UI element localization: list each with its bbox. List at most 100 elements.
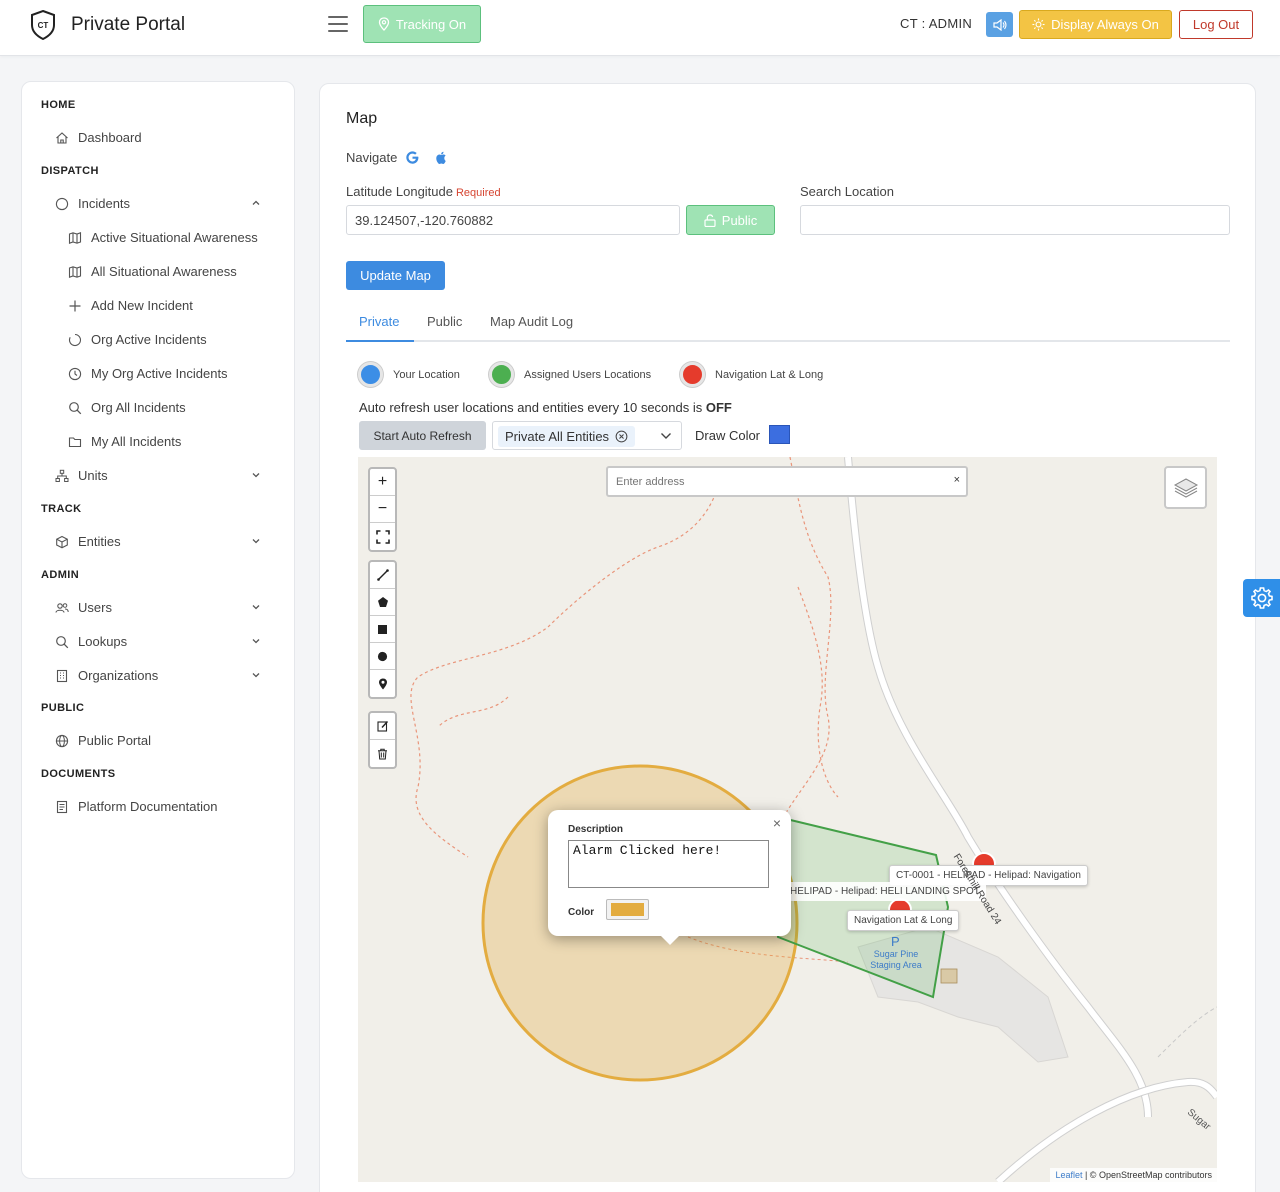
sound-button[interactable] [986,12,1013,37]
legend-label: Navigation Lat & Long [715,368,824,381]
draw-polyline-button[interactable] [370,562,395,589]
tab-public[interactable]: Public [427,314,462,329]
zoom-in-button[interactable]: + [370,469,395,496]
google-icon[interactable] [405,150,420,165]
polygon-icon [377,597,388,607]
sidebar-item-label: My Org Active Incidents [91,366,228,381]
circle-icon [55,197,69,210]
layers-control[interactable] [1164,466,1207,509]
zoom-controls: + − [368,467,397,552]
entities-chip: Private All Entities [498,426,636,447]
sidebar-item-label: Dashboard [78,130,142,145]
menu-toggle-icon[interactable] [328,16,348,32]
draw-color-swatch[interactable] [769,425,790,444]
sidebar-item-active-situational-awareness[interactable]: Active Situational Awareness [68,230,258,245]
marker-tooltip-navigation: Navigation Lat & Long [847,910,960,931]
popup-color-picker[interactable] [606,899,649,920]
legend-navigation: Navigation Lat & Long [680,362,823,387]
tab-map-audit-log[interactable]: Map Audit Log [490,314,573,329]
sidebar-item-dashboard[interactable]: Dashboard [55,130,142,145]
draw-marker-button[interactable] [370,670,395,697]
sidebar-item-my-org-active-incidents[interactable]: My Org Active Incidents [68,366,228,381]
fullscreen-button[interactable] [370,523,395,550]
chevron-up-icon[interactable] [251,198,261,208]
start-auto-refresh-button[interactable]: Start Auto Refresh [359,421,486,450]
sidebar-item-label: Entities [78,534,121,549]
popup-color-label: Color [568,907,595,918]
chevron-down-icon[interactable] [251,670,261,680]
sidebar-item-label: Add New Incident [91,298,193,313]
zoom-out-button[interactable]: − [370,496,395,523]
sitemap-icon [55,469,69,482]
remove-chip-icon[interactable] [615,430,628,443]
legend-assigned-users: Assigned Users Locations [489,362,651,387]
leaflet-link[interactable]: Leaflet [1055,1170,1082,1180]
sidebar-item-all-situational-awareness[interactable]: All Situational Awareness [68,264,237,279]
update-map-button[interactable]: Update Map [346,261,445,290]
chevron-down-icon[interactable] [251,602,261,612]
speaker-icon [992,18,1007,31]
sidebar-item-entities[interactable]: Entities [55,534,121,549]
tracking-label: Tracking On [395,16,467,32]
section-admin: ADMIN [41,569,80,581]
draw-circle-button[interactable] [370,643,395,670]
legend-dot [680,362,705,387]
sidebar-item-org-all-incidents[interactable]: Org All Incidents [68,400,186,415]
public-toggle-button[interactable]: Public [686,205,775,235]
sidebar-item-lookups[interactable]: Lookups [55,634,127,649]
address-input[interactable] [616,472,946,492]
delete-layers-button[interactable] [370,740,395,767]
sidebar: HOME Dashboard DISPATCH Incidents Active… [21,81,295,1179]
display-label: Display Always On [1051,17,1159,32]
edit-layers-button[interactable] [370,713,395,740]
chip-label: Private All Entities [505,429,610,444]
display-always-on-button[interactable]: Display Always On [1019,10,1172,39]
sidebar-item-org-active-incidents[interactable]: Org Active Incidents [68,332,207,347]
search-location-input[interactable] [800,205,1230,235]
sidebar-item-units[interactable]: Units [55,468,108,483]
layers-icon [1173,477,1198,498]
sidebar-item-my-all-incidents[interactable]: My All Incidents [68,434,181,449]
sidebar-item-platform-documentation[interactable]: Platform Documentation [55,799,217,814]
sidebar-item-label: Users [78,600,112,615]
sidebar-item-add-new-incident[interactable]: Add New Incident [68,298,193,313]
draw-polygon-button[interactable] [370,589,395,616]
sidebar-item-public-portal[interactable]: Public Portal [55,733,151,748]
popup-close-icon[interactable]: × [773,815,781,831]
svg-text:CT: CT [38,21,49,30]
draw-rectangle-button[interactable] [370,616,395,643]
chevron-down-icon[interactable] [251,636,261,646]
loader-icon [69,333,81,346]
tracking-button[interactable]: Tracking On [363,5,481,43]
sidebar-item-users[interactable]: Users [55,600,112,615]
popup-description-textarea[interactable]: Alarm Clicked here! [568,840,769,888]
location-pin-icon [378,17,389,31]
tab-private[interactable]: Private [359,314,399,329]
folder-icon [68,436,82,447]
sidebar-item-incidents[interactable]: Incidents [55,196,130,211]
fullscreen-icon [375,529,390,544]
chevron-down-icon[interactable] [660,431,672,441]
map-view[interactable]: + − × CT-0001 - HELIPAD - Helipad: Navig… [358,457,1217,1182]
apple-icon[interactable] [434,150,449,165]
section-home: HOME [41,99,76,111]
chevron-down-icon[interactable] [251,470,261,480]
map-address-search[interactable]: × [606,466,968,497]
section-track: TRACK [41,503,82,515]
latlng-input[interactable] [346,205,680,235]
home-icon [56,131,68,144]
map-attribution: Leaflet | © OpenStreetMap contributors [1050,1168,1217,1182]
entities-select[interactable]: Private All Entities [492,421,682,450]
auto-refresh-note: Auto refresh user locations and entities… [359,400,732,415]
settings-gear-button[interactable] [1243,579,1280,617]
sidebar-item-label: Organizations [78,668,159,683]
clock-icon [68,367,82,380]
chevron-down-icon[interactable] [251,536,261,546]
clear-address-icon[interactable]: × [954,474,960,486]
sidebar-item-organizations[interactable]: Organizations [55,668,158,683]
sidebar-item-label: Incidents [78,196,131,211]
section-public: PUBLIC [41,702,85,714]
gear-icon [1250,587,1273,609]
logout-button[interactable]: Log Out [1179,10,1253,39]
sidebar-item-label: All Situational Awareness [91,264,237,279]
